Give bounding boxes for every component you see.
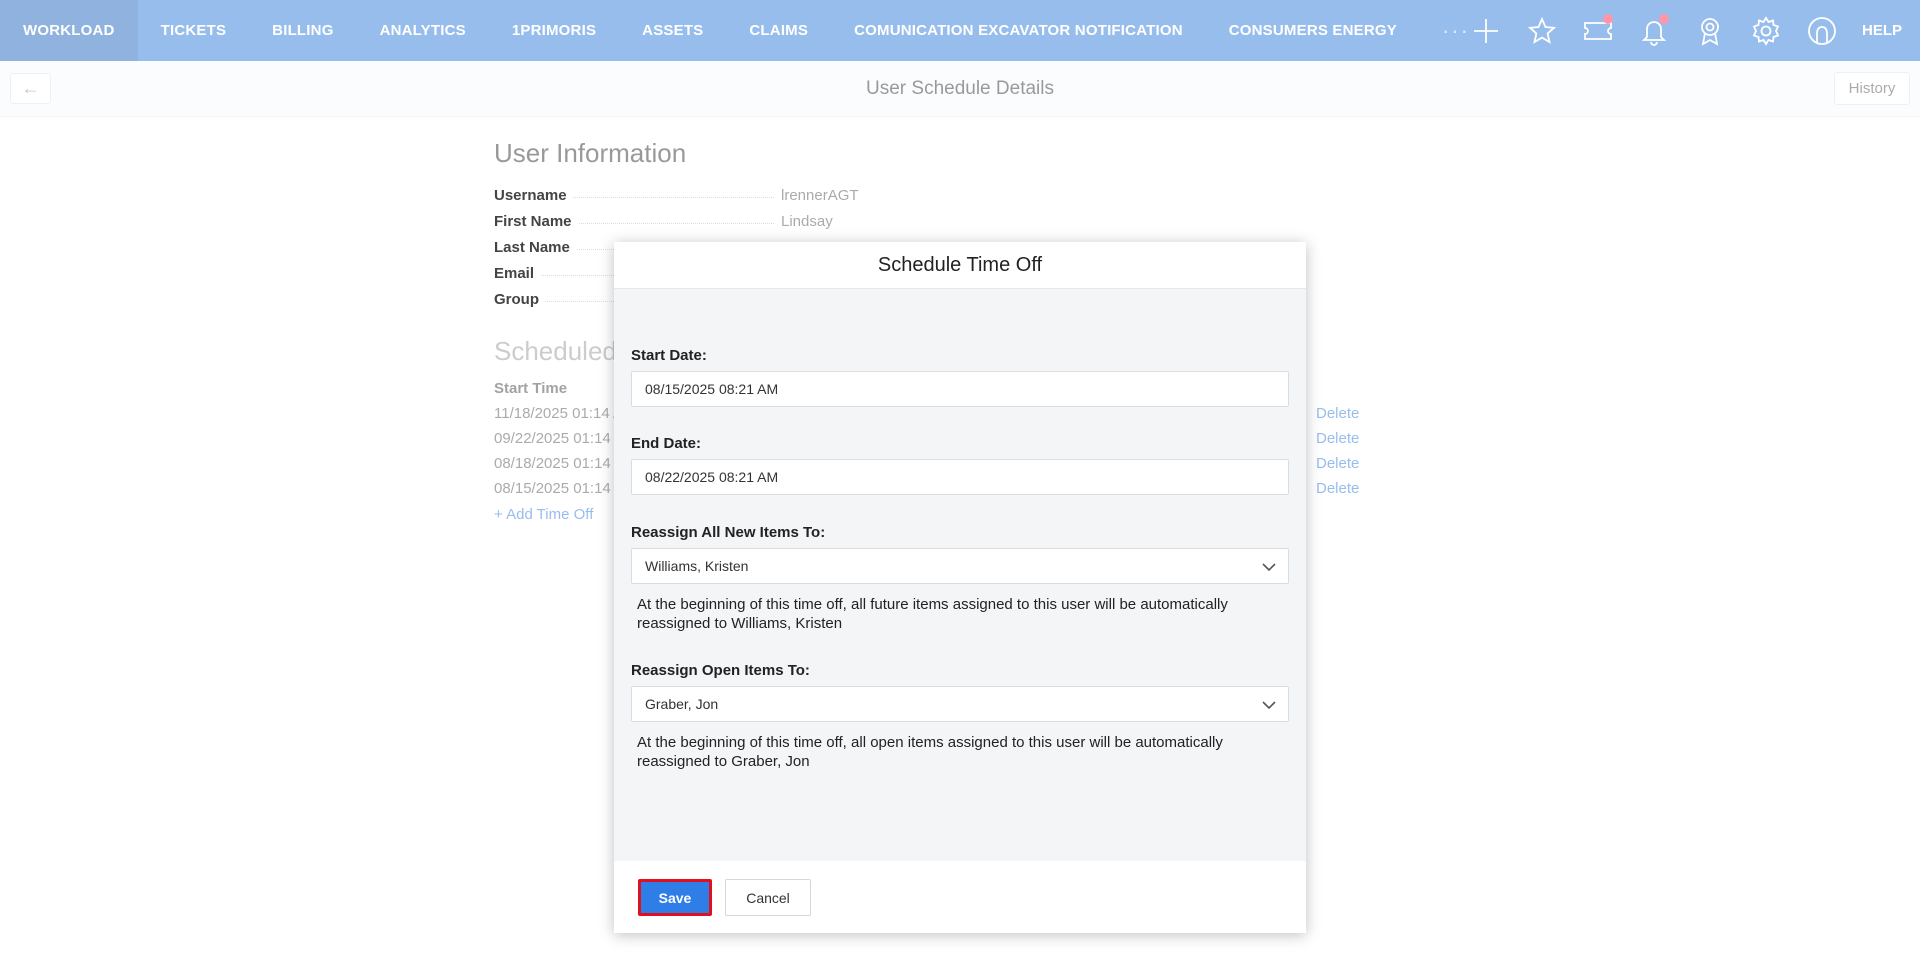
- info-label: Last Name: [494, 239, 576, 256]
- reassign-new-select[interactable]: Williams, Kristen: [631, 548, 1289, 584]
- start-date-label: Start Date:: [631, 347, 707, 364]
- chevron-down-icon: [1262, 698, 1276, 712]
- reassign-open-label: Reassign Open Items To:: [631, 662, 810, 679]
- schedule-time-off-modal: Schedule Time Off Start Date: 08/15/2025…: [614, 242, 1306, 933]
- end-date-label: End Date:: [631, 435, 702, 452]
- reassign-new-label: Reassign All New Items To:: [631, 524, 826, 541]
- modal-title: Schedule Time Off: [614, 242, 1306, 289]
- reassign-new-value: Williams, Kristen: [645, 558, 749, 574]
- start-date-input[interactable]: 08/15/2025 08:21 AM: [631, 371, 1289, 407]
- modal-body: Start Date: 08/15/2025 08:21 AM End Date…: [614, 289, 1306, 861]
- reassign-new-help: At the beginning of this time off, all f…: [637, 596, 1228, 632]
- cancel-button[interactable]: Cancel: [725, 879, 811, 916]
- modal-footer: Save Cancel: [614, 861, 1306, 933]
- reassign-open-help: At the beginning of this time off, all o…: [637, 734, 1223, 770]
- chevron-down-icon: [1262, 560, 1276, 574]
- info-label: Username: [494, 187, 573, 204]
- info-label: Group: [494, 291, 545, 308]
- reassign-open-value: Graber, Jon: [645, 696, 719, 712]
- info-label: Email: [494, 265, 541, 282]
- info-label: First Name: [494, 213, 578, 230]
- reassign-open-select[interactable]: Graber, Jon: [631, 686, 1289, 722]
- save-button[interactable]: Save: [638, 879, 712, 916]
- end-date-input[interactable]: 08/22/2025 08:21 AM: [631, 459, 1289, 495]
